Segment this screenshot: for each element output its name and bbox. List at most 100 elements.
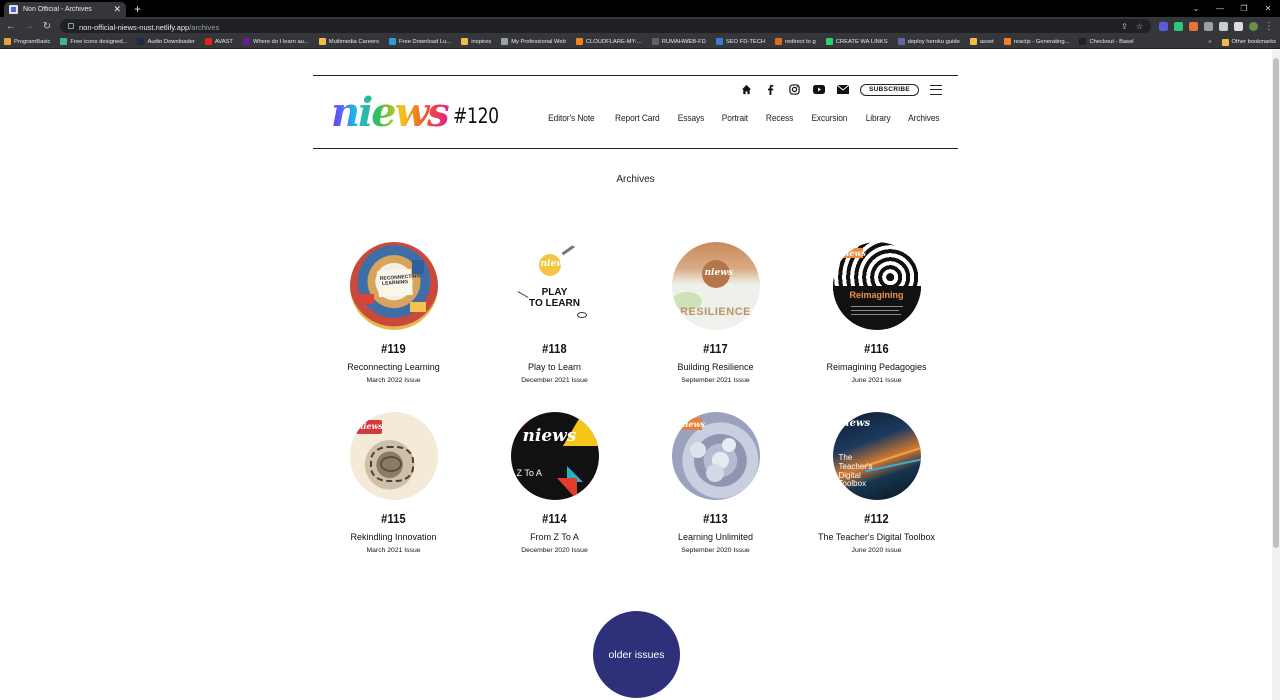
nav-report-card[interactable]: Report Card [615,113,660,124]
issue-title[interactable]: From Z To A [474,532,635,542]
issue-card-115[interactable]: niews #115 Rekindling Innovation March 2… [313,412,474,554]
issue-title[interactable]: Reimagining Pedagogies [796,362,957,372]
bookmark-item[interactable]: CREATE WA LINKS [825,38,888,45]
issue-card-113[interactable]: niews #113 Learning Unlimited September … [635,412,796,554]
bookmark-favicon-icon [60,38,68,45]
bookmark-label: SEO FD-TECH [725,38,766,45]
issue-cover[interactable]: niews The Teacher's Digital Toolbox [832,412,921,500]
nav-excursion[interactable]: Excursion [812,113,848,124]
sidepanel-icon[interactable] [1234,21,1243,31]
issue-title[interactable]: Learning Unlimited [635,532,796,542]
issue-cover[interactable]: RECONNECTING LEARNING [349,242,438,330]
bookmark-item[interactable]: Checkout - Basel [1079,38,1134,45]
bookmark-favicon-icon [575,38,583,45]
bookmark-item[interactable]: reactjs - Generating... [1003,38,1069,45]
issue-cover[interactable]: niews Reimagining [832,242,921,330]
bookmark-item[interactable]: deploy heroku guide [897,38,960,45]
issue-cover[interactable]: niews [349,412,438,500]
nav-essays[interactable]: Essays [678,113,705,124]
bookmark-star-icon[interactable]: ☆ [1136,22,1143,31]
avatar[interactable] [1249,21,1258,31]
back-icon[interactable]: ← [6,21,16,32]
bookmark-item[interactable]: My Professional Web [501,38,566,45]
older-issues-button[interactable]: older issues [593,611,680,698]
scrollbar-thumb[interactable] [1273,58,1279,548]
page-viewport: niews #120 SUBSCRIBE Editor's Note Repor… [0,50,1280,700]
nav-library[interactable]: Library [866,113,891,124]
minimize-icon[interactable]: — [1208,0,1232,17]
bookmark-item[interactable]: asset [969,38,994,45]
bookmark-label: redirect to g [785,38,816,45]
window-close-icon[interactable]: ✕ [1256,0,1280,17]
issue-cover[interactable]: niews Z To A [510,412,599,500]
bookmark-favicon-icon [242,38,250,45]
nav-archives[interactable]: Archives [908,113,939,124]
header-top-rule [313,75,958,76]
bookmark-item[interactable]: CLOUDFLARE-MY-... [575,38,642,45]
page-scrollbar[interactable] [1272,50,1280,700]
issue-card-114[interactable]: niews Z To A #114 From Z To A December 2… [474,412,635,554]
issue-title[interactable]: Building Resilience [635,362,796,372]
bookmark-item[interactable]: inspires [461,38,491,45]
youtube-icon[interactable] [812,83,825,96]
bookmark-item[interactable]: Free icons designed... [60,38,127,45]
extension-icon[interactable] [1189,21,1198,31]
bookmark-item[interactable]: Multimedia Careers [318,38,379,45]
issue-cover[interactable]: niews [671,412,760,500]
issue-title[interactable]: Rekindling Innovation [313,532,474,542]
nav-recess[interactable]: Recess [766,113,793,124]
bookmarks-more-icon[interactable]: » [1208,39,1211,45]
instagram-icon[interactable] [788,83,801,96]
address-bar: ← → ↻ non-official-niews-nust.netlify.ap… [0,17,1280,35]
issue-card-118[interactable]: niews PLAY TO LEARN #118 Play to Learn D… [474,242,635,384]
bookmark-favicon-icon [389,38,396,45]
issue-cover[interactable]: niews RESILIENCE [671,242,760,330]
extension-icon[interactable] [1159,21,1168,31]
cover-headline: PLAY TO LEARN [529,287,580,309]
extension-icon[interactable] [1174,21,1183,31]
bookmark-label: Checkout - Basel [1089,38,1134,45]
mail-icon[interactable] [836,83,849,96]
bookmark-item[interactable]: RUMAHWEB-FD [651,38,706,45]
browser-tab[interactable]: Non Official - Archives ✕ [4,2,126,17]
bookmark-item[interactable]: redirect to g [775,38,816,45]
menu-hamburger-icon[interactable] [930,84,942,95]
reload-icon[interactable]: ↻ [42,21,52,32]
issue-card-119[interactable]: RECONNECTING LEARNING #119 Reconnecting L… [313,242,474,384]
nav-editors-note[interactable]: Editor's Note [548,113,595,124]
restore-icon[interactable]: ❐ [1232,0,1256,17]
new-tab-icon[interactable]: + [134,2,141,17]
menu-dots-icon[interactable]: ⋮ [1264,21,1274,32]
bookmark-item[interactable]: Audio Downloader [137,38,195,45]
url-field[interactable]: non-official-niews-nust.netlify.app/arch… [60,19,1151,33]
nav-portrait[interactable]: Portrait [722,113,748,124]
bookmark-item[interactable]: Free Download Lu... [389,38,451,45]
lock-icon[interactable] [68,23,74,29]
puzzle-icon[interactable] [1219,21,1228,31]
subscribe-button[interactable]: SUBSCRIBE [860,83,919,96]
extension-icon[interactable] [1204,21,1213,31]
facebook-icon[interactable] [764,83,777,96]
home-icon[interactable] [740,83,753,96]
issue-title[interactable]: Play to Learn [474,362,635,372]
niews-logo[interactable]: niews [329,86,449,136]
issue-card-116[interactable]: niews Reimagining #116 Reimagining Pedag… [796,242,957,384]
issue-card-112[interactable]: niews The Teacher's Digital Toolbox #112… [796,412,957,554]
issue-card-117[interactable]: niews RESILIENCE #117 Building Resilienc… [635,242,796,384]
bookmark-item[interactable]: ProgramBasic [4,38,50,45]
bookmark-item[interactable]: AVAST [204,38,233,45]
share-icon[interactable]: ⇪ [1121,22,1128,31]
issue-cover[interactable]: niews PLAY TO LEARN [510,242,599,330]
forward-icon[interactable]: → [24,21,34,32]
issue-number: #116 [864,341,889,356]
tab-search-icon[interactable]: ⌄ [1184,0,1208,17]
issue-title[interactable]: Reconnecting Learning [313,362,474,372]
bookmark-item[interactable]: Where do I learn au... [242,38,309,45]
bookmark-favicon-icon [4,38,11,45]
other-bookmarks-folder[interactable]: Other bookmarks [1221,38,1276,46]
bookmark-favicon-icon [461,38,469,45]
bookmark-item[interactable]: SEO FD-TECH [715,38,766,45]
tab-close-icon[interactable]: ✕ [113,5,121,14]
issue-title[interactable]: The Teacher's Digital Toolbox [796,532,957,542]
folder-icon [1221,38,1229,46]
